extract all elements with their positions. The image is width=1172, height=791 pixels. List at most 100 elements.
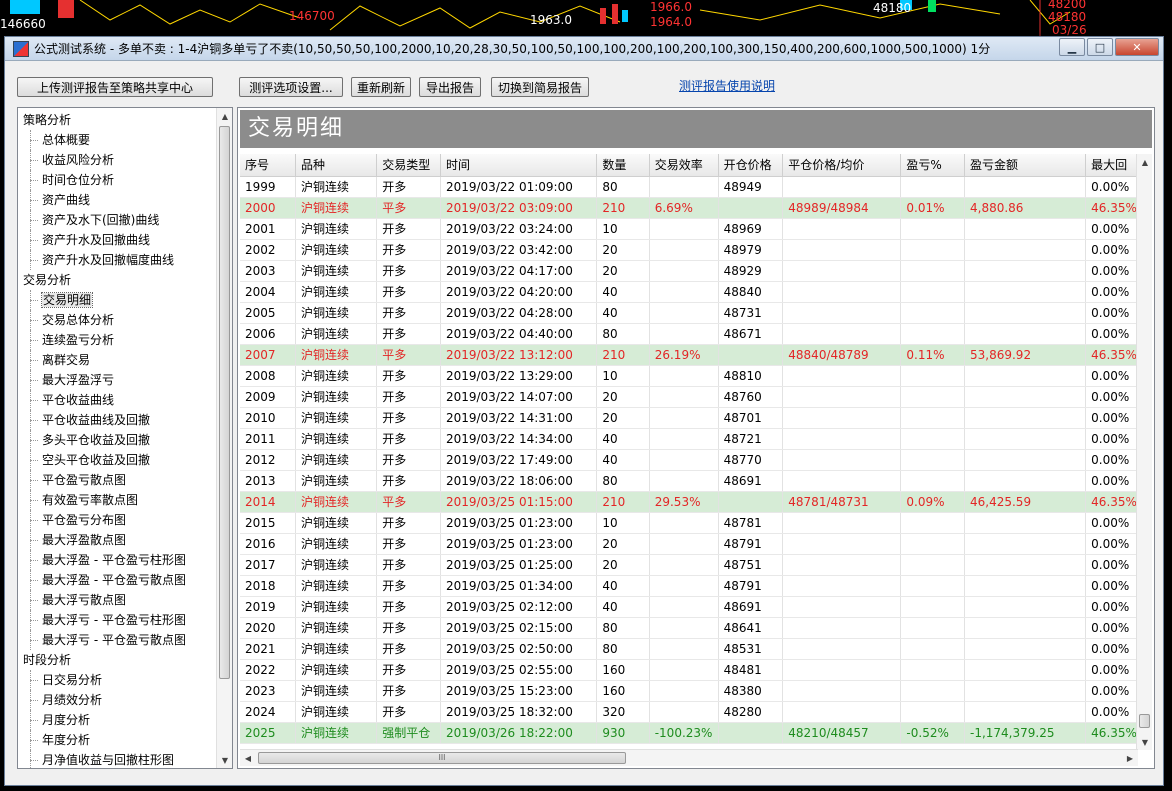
export-report-button[interactable]: 导出报告 — [419, 77, 481, 97]
column-header[interactable]: 最大回 — [1085, 154, 1138, 177]
tree-item[interactable]: 最大浮盈 - 平仓盈亏散点图 — [18, 570, 216, 590]
column-header[interactable]: 平仓价格/均价 — [782, 154, 902, 177]
table-cell: 2019/03/22 03:42:00 — [440, 239, 598, 261]
tree-item[interactable]: 交易总体分析 — [18, 310, 216, 330]
table-row[interactable]: 2017 沪铜连续 开多 2019/03/25 01:25:00 20 48751 0.00… — [240, 554, 1138, 576]
tree-item[interactable]: 最大浮亏 - 平仓盈亏散点图 — [18, 630, 216, 650]
scroll-right-icon[interactable]: ▶ — [1122, 750, 1138, 766]
tree-item[interactable]: 最大浮亏散点图 — [18, 590, 216, 610]
table-row[interactable]: 2018 沪铜连续 开多 2019/03/25 01:34:00 40 48791 0.00… — [240, 575, 1138, 597]
scroll-left-icon[interactable]: ◀ — [240, 750, 256, 766]
column-header[interactable]: 交易类型 — [376, 154, 441, 177]
table-row[interactable]: 2006 沪铜连续 开多 2019/03/22 04:40:00 80 48671 0.00… — [240, 323, 1138, 345]
table-row[interactable]: 1999 沪铜连续 开多 2019/03/22 01:09:00 80 48949 0.00… — [240, 176, 1138, 198]
close-button[interactable]: ✕ — [1115, 38, 1159, 56]
tree-item[interactable]: 多头平仓收益及回撤 — [18, 430, 216, 450]
table-row[interactable]: 2014 沪铜连续 平多 2019/03/25 01:15:00 210 29.53% 48… — [240, 491, 1138, 513]
tree-item[interactable]: 最大浮盈浮亏 — [18, 370, 216, 390]
tree-group[interactable]: 策略分析 — [18, 110, 216, 130]
table-scroll-thumb[interactable] — [1139, 714, 1150, 728]
tree-scroll-thumb[interactable] — [219, 126, 230, 679]
tree-item[interactable]: 平仓收益曲线 — [18, 390, 216, 410]
table-cell: 2001 — [240, 218, 296, 240]
table-row[interactable]: 2015 沪铜连续 开多 2019/03/25 01:23:00 10 48781 0.00… — [240, 512, 1138, 534]
refresh-button[interactable]: 重新刷新 — [351, 77, 411, 97]
scroll-down-icon[interactable]: ▼ — [1137, 734, 1153, 750]
tree-item[interactable]: 月净值收益与回撤柱形图 — [18, 750, 216, 768]
tree-item[interactable]: 时间仓位分析 — [18, 170, 216, 190]
tree-group[interactable]: 交易分析 — [18, 270, 216, 290]
maximize-button[interactable]: □ — [1087, 38, 1113, 56]
column-header[interactable]: 交易效率 — [649, 154, 719, 177]
table-vertical-scrollbar[interactable]: ▲ ▼ — [1136, 154, 1152, 750]
upload-report-button[interactable]: 上传测评报告至策略共享中心 — [17, 77, 213, 97]
table-row[interactable]: 2013 沪铜连续 开多 2019/03/22 18:06:00 80 48691 0.00… — [240, 470, 1138, 492]
tree-item[interactable]: 资产升水及回撤幅度曲线 — [18, 250, 216, 270]
switch-simple-report-button[interactable]: 切换到简易报告 — [491, 77, 589, 97]
table-row[interactable]: 2016 沪铜连续 开多 2019/03/25 01:23:00 20 48791 0.00… — [240, 533, 1138, 555]
column-header[interactable]: 品种 — [295, 154, 378, 177]
table-row[interactable]: 2000 沪铜连续 平多 2019/03/22 03:09:00 210 6.69% 489… — [240, 197, 1138, 219]
tree-item[interactable]: 平仓收益曲线及回撤 — [18, 410, 216, 430]
table-row[interactable]: 2021 沪铜连续 开多 2019/03/25 02:50:00 80 48531 0.00… — [240, 638, 1138, 660]
tree-group[interactable]: 时段分析 — [18, 650, 216, 670]
tree-item[interactable]: 平仓盈亏散点图 — [18, 470, 216, 490]
column-header[interactable]: 开仓价格 — [718, 154, 784, 177]
table-row[interactable]: 2009 沪铜连续 开多 2019/03/22 14:07:00 20 48760 0.00… — [240, 386, 1138, 408]
tree-item[interactable]: 连续盈亏分析 — [18, 330, 216, 350]
column-header[interactable]: 时间 — [440, 154, 598, 177]
tree-item[interactable]: 有效盈亏率散点图 — [18, 490, 216, 510]
tree-item[interactable]: 最大浮盈 - 平仓盈亏柱形图 — [18, 550, 216, 570]
table-row[interactable]: 2004 沪铜连续 开多 2019/03/22 04:20:00 40 48840 0.00… — [240, 281, 1138, 303]
table-row[interactable]: 2012 沪铜连续 开多 2019/03/22 17:49:00 40 48770 0.00… — [240, 449, 1138, 471]
tree-item[interactable]: 月度分析 — [18, 710, 216, 730]
tree-item[interactable]: 总体概要 — [18, 130, 216, 150]
tree-item[interactable]: 离群交易 — [18, 350, 216, 370]
table-cell — [782, 239, 902, 261]
table-row[interactable]: 2011 沪铜连续 开多 2019/03/22 14:34:00 40 48721 0.00… — [240, 428, 1138, 450]
table-cell — [782, 470, 902, 492]
tree-item[interactable]: 资产曲线 — [18, 190, 216, 210]
table-row[interactable]: 2024 沪铜连续 开多 2019/03/25 18:32:00 320 48280 0.0… — [240, 701, 1138, 723]
tree-item[interactable]: 最大浮盈散点图 — [18, 530, 216, 550]
tree-item[interactable]: 收益风险分析 — [18, 150, 216, 170]
tree-scrollbar[interactable]: ▲ ▼ — [216, 108, 232, 768]
table-row[interactable]: 2022 沪铜连续 开多 2019/03/25 02:55:00 160 48481 0.0… — [240, 659, 1138, 681]
table-row[interactable]: 2019 沪铜连续 开多 2019/03/25 02:12:00 40 48691 0.00… — [240, 596, 1138, 618]
column-header[interactable]: 序号 — [240, 154, 296, 177]
column-header[interactable]: 盈亏% — [900, 154, 965, 177]
scroll-up-icon[interactable]: ▲ — [217, 108, 232, 124]
tree-item[interactable]: 资产升水及回撤曲线 — [18, 230, 216, 250]
table-row[interactable]: 2005 沪铜连续 开多 2019/03/22 04:28:00 40 48731 0.00… — [240, 302, 1138, 324]
tree-item[interactable]: 年度分析 — [18, 730, 216, 750]
table-hscroll-thumb[interactable]: lll — [258, 752, 626, 764]
table-row[interactable]: 2023 沪铜连续 开多 2019/03/25 15:23:00 160 48380 0.0… — [240, 680, 1138, 702]
table-row[interactable]: 2010 沪铜连续 开多 2019/03/22 14:31:00 20 48701 0.00… — [240, 407, 1138, 429]
tree-item[interactable]: 最大浮亏 - 平仓盈亏柱形图 — [18, 610, 216, 630]
tree-item[interactable]: 月绩效分析 — [18, 690, 216, 710]
window-titlebar[interactable]: 公式测试系统 - 多单不卖 : 1-4沪铜多单亏了不卖(10,50,50,50,… — [5, 37, 1163, 61]
tree-item[interactable]: 日交易分析 — [18, 670, 216, 690]
table-row[interactable]: 2025 沪铜连续 强制平仓 2019/03/26 18:22:00 930 -100.2… — [240, 722, 1138, 744]
table-horizontal-scrollbar[interactable]: ◀ lll ▶ — [240, 749, 1138, 766]
table-cell: 80 — [596, 638, 650, 660]
table-row[interactable]: 2020 沪铜连续 开多 2019/03/25 02:15:00 80 48641 0.00… — [240, 617, 1138, 639]
minimize-button[interactable]: ▁ — [1059, 38, 1085, 56]
report-help-link[interactable]: 测评报告使用说明 — [679, 77, 775, 94]
table-row[interactable]: 2007 沪铜连续 平多 2019/03/22 13:12:00 210 26.19% 48… — [240, 344, 1138, 366]
test-options-button[interactable]: 测评选项设置... — [239, 77, 343, 97]
column-header[interactable]: 数量 — [596, 154, 650, 177]
scroll-down-icon[interactable]: ▼ — [217, 752, 232, 768]
tree-item[interactable]: 平仓盈亏分布图 — [18, 510, 216, 530]
table-cell — [900, 470, 965, 492]
table-row[interactable]: 2003 沪铜连续 开多 2019/03/22 04:17:00 20 48929 0.00… — [240, 260, 1138, 282]
tree-item[interactable]: 空头平仓收益及回撤 — [18, 450, 216, 470]
table-row[interactable]: 2002 沪铜连续 开多 2019/03/22 03:42:00 20 48979 0.00… — [240, 239, 1138, 261]
table-cell: 2019/03/22 04:20:00 — [440, 281, 598, 303]
column-header[interactable]: 盈亏金额 — [964, 154, 1087, 177]
tree-item[interactable]: 资产及水下(回撤)曲线 — [18, 210, 216, 230]
scroll-up-icon[interactable]: ▲ — [1137, 154, 1153, 170]
table-row[interactable]: 2001 沪铜连续 开多 2019/03/22 03:24:00 10 48969 0.00… — [240, 218, 1138, 240]
table-row[interactable]: 2008 沪铜连续 开多 2019/03/22 13:29:00 10 48810 0.00… — [240, 365, 1138, 387]
tree-item[interactable]: 交易明细 — [18, 290, 216, 310]
